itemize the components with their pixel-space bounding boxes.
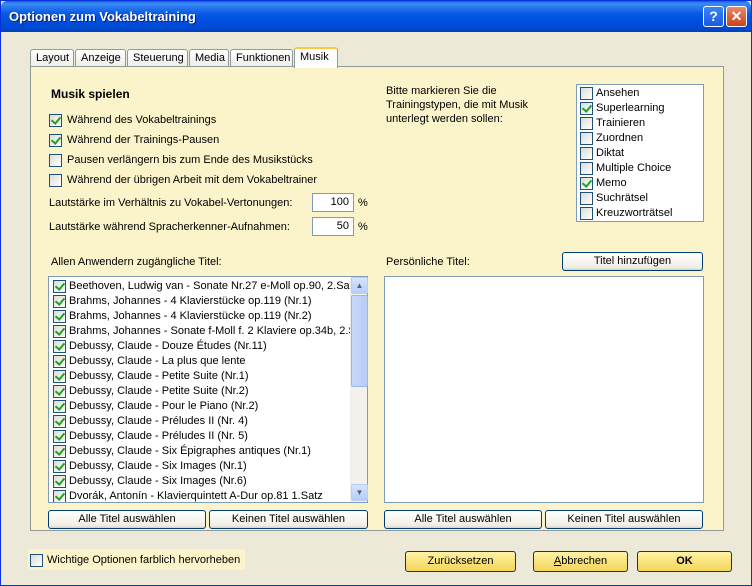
list-item-checkbox[interactable]: [53, 370, 66, 383]
shared-titles-scrollbar[interactable]: ▲ ▼: [350, 277, 368, 502]
training-superlearning-checkbox[interactable]: [580, 102, 593, 115]
list-item[interactable]: Debussy, Claude - Petite Suite (Nr.2): [53, 384, 353, 399]
training-prompt-line1: Bitte markieren Sie die: [386, 85, 497, 97]
list-item-checkbox[interactable]: [53, 295, 66, 308]
close-button[interactable]: ✕: [726, 6, 747, 27]
volume-speech-input[interactable]: 50: [312, 217, 354, 236]
volume-vocab-input[interactable]: 100: [312, 193, 354, 212]
training-diktat-checkbox[interactable]: [580, 147, 593, 160]
help-button[interactable]: ?: [703, 6, 724, 27]
scroll-thumb[interactable]: [351, 295, 368, 387]
options-dialog: Optionen zum Vokabeltraining ? ✕ Layout …: [0, 0, 752, 586]
training-multiple-choice-label[interactable]: Multiple Choice: [596, 162, 671, 174]
list-item-checkbox[interactable]: [53, 490, 66, 502]
option-extend-pauses-checkbox[interactable]: [49, 154, 62, 167]
option-other-work-checkbox[interactable]: [49, 174, 62, 187]
list-item[interactable]: Debussy, Claude - Préludes II (Nr. 5): [53, 429, 353, 444]
training-multiple-choice-checkbox[interactable]: [580, 162, 593, 175]
list-item[interactable]: Debussy, Claude - Six Images (Nr.6): [53, 474, 353, 489]
training-prompt-line3: unterlegt werden sollen:: [386, 113, 503, 125]
list-item-checkbox[interactable]: [53, 460, 66, 473]
title-bar[interactable]: Optionen zum Vokabeltraining ? ✕: [1, 1, 751, 32]
training-trainieren-checkbox[interactable]: [580, 117, 593, 130]
shared-titles-label: Allen Anwendern zugängliche Titel:: [51, 256, 222, 268]
list-item[interactable]: Debussy, Claude - Six Images (Nr.1): [53, 459, 353, 474]
option-during-training-label[interactable]: Während des Vokabeltrainings: [67, 114, 216, 126]
chevron-down-icon: ▼: [355, 488, 364, 497]
volume-speech-label: Lautstärke während Spracherkenner-Aufnah…: [49, 221, 290, 233]
list-item[interactable]: Debussy, Claude - La plus que lente: [53, 354, 353, 369]
cancel-label: bbrechen: [561, 555, 608, 567]
list-item-checkbox[interactable]: [53, 475, 66, 488]
training-trainieren-label[interactable]: Trainieren: [596, 117, 645, 129]
tab-musik[interactable]: Musik: [294, 47, 338, 68]
reset-button[interactable]: Zurücksetzen: [405, 551, 516, 572]
personal-titles-list[interactable]: [384, 276, 704, 503]
training-diktat-label[interactable]: Diktat: [596, 147, 624, 159]
personal-select-all-button[interactable]: Alle Titel auswählen: [384, 510, 542, 529]
list-item-checkbox[interactable]: [53, 400, 66, 413]
option-during-pauses-checkbox[interactable]: [49, 134, 62, 147]
list-item[interactable]: Debussy, Claude - Préludes II (Nr. 4): [53, 414, 353, 429]
list-item-checkbox[interactable]: [53, 310, 66, 323]
training-kreuzwortraetsel-label[interactable]: Kreuzworträtsel: [596, 207, 672, 219]
training-ansehen-label[interactable]: Ansehen: [596, 87, 639, 99]
list-item[interactable]: Debussy, Claude - Pour le Piano (Nr.2): [53, 399, 353, 414]
training-zuordnen-label[interactable]: Zuordnen: [596, 132, 643, 144]
cancel-button[interactable]: Abbrechen: [533, 551, 628, 572]
list-item[interactable]: Debussy, Claude - Douze Études (Nr.11): [53, 339, 353, 354]
section-heading: Musik spielen: [51, 87, 130, 101]
personal-titles-label: Persönliche Titel:: [386, 256, 470, 268]
shared-select-none-button[interactable]: Keinen Titel auswählen: [209, 510, 368, 529]
list-item[interactable]: Debussy, Claude - Petite Suite (Nr.1): [53, 369, 353, 384]
list-item[interactable]: Dvorák, Antonín - Klavierquintett A-Dur …: [53, 489, 353, 502]
shared-select-all-button[interactable]: Alle Titel auswählen: [48, 510, 206, 529]
scroll-up-button[interactable]: ▲: [351, 277, 368, 294]
option-other-work-label[interactable]: Während der übrigen Arbeit mit dem Vokab…: [67, 174, 317, 186]
list-item-checkbox[interactable]: [53, 340, 66, 353]
list-item[interactable]: Brahms, Johannes - 4 Klavierstücke op.11…: [53, 294, 353, 309]
volume-vocab-label: Lautstärke im Verhältnis zu Vokabel-Vert…: [49, 197, 293, 209]
close-icon: ✕: [730, 8, 743, 24]
list-item-checkbox[interactable]: [53, 355, 66, 368]
list-item-checkbox[interactable]: [53, 280, 66, 293]
list-item-checkbox[interactable]: [53, 430, 66, 443]
personal-select-none-button[interactable]: Keinen Titel auswählen: [545, 510, 703, 529]
list-item[interactable]: Brahms, Johannes - Sonate f-Moll f. 2 Kl…: [53, 324, 367, 339]
list-item[interactable]: Beethoven, Ludwig van - Sonate Nr.27 e-M…: [53, 279, 358, 294]
option-during-training-checkbox[interactable]: [49, 114, 62, 127]
shared-titles-list[interactable]: Beethoven, Ludwig van - Sonate Nr.27 e-M…: [48, 276, 368, 503]
scroll-down-button[interactable]: ▼: [351, 484, 368, 501]
option-during-pauses-label[interactable]: Während der Trainings-Pausen: [67, 134, 219, 146]
training-memo-checkbox[interactable]: [580, 177, 593, 190]
training-superlearning-label[interactable]: Superlearning: [596, 102, 665, 114]
add-title-button[interactable]: Titel hinzufügen: [562, 252, 703, 271]
ok-button[interactable]: OK: [637, 551, 732, 572]
list-item[interactable]: Debussy, Claude - Six Épigraphes antique…: [53, 444, 353, 459]
training-kreuzwortraetsel-checkbox[interactable]: [580, 207, 593, 220]
list-item-checkbox[interactable]: [53, 385, 66, 398]
list-item-checkbox[interactable]: [53, 325, 66, 338]
training-memo-label[interactable]: Memo: [596, 177, 627, 189]
chevron-up-icon: ▲: [355, 281, 364, 290]
training-ansehen-checkbox[interactable]: [580, 87, 593, 100]
highlight-options-label[interactable]: Wichtige Optionen farblich hervorheben: [47, 554, 240, 566]
highlight-options-checkbox[interactable]: [30, 554, 43, 567]
option-extend-pauses-label[interactable]: Pausen verlängern bis zum Ende des Musik…: [67, 154, 313, 166]
volume-vocab-unit: %: [358, 197, 368, 209]
training-suchraetsel-label[interactable]: Suchrätsel: [596, 192, 648, 204]
window-title: Optionen zum Vokabeltraining: [9, 9, 196, 24]
training-zuordnen-checkbox[interactable]: [580, 132, 593, 145]
list-item-checkbox[interactable]: [53, 445, 66, 458]
training-suchraetsel-checkbox[interactable]: [580, 192, 593, 205]
list-item-checkbox[interactable]: [53, 415, 66, 428]
list-item[interactable]: Brahms, Johannes - 4 Klavierstücke op.11…: [53, 309, 353, 324]
volume-speech-unit: %: [358, 221, 368, 233]
training-prompt-line2: Trainingstypen, die mit Musik: [386, 99, 529, 111]
